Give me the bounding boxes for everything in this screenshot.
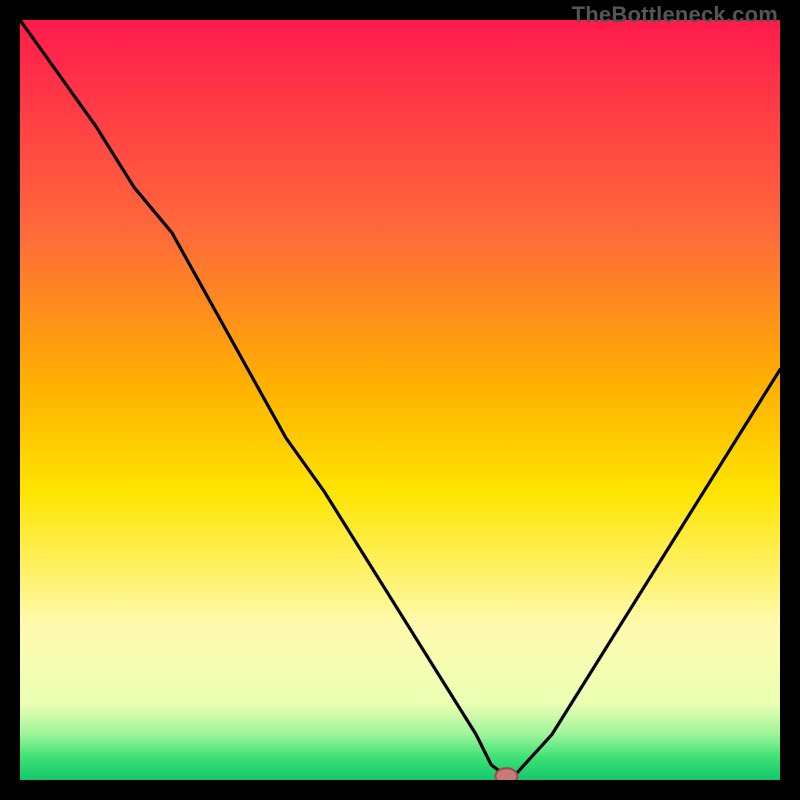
bottleneck-chart bbox=[20, 20, 780, 780]
chart-container: TheBottleneck.com bbox=[0, 0, 800, 800]
watermark-text: TheBottleneck.com bbox=[572, 2, 778, 28]
optimal-point-marker bbox=[495, 768, 517, 780]
chart-gradient-background bbox=[20, 20, 780, 780]
